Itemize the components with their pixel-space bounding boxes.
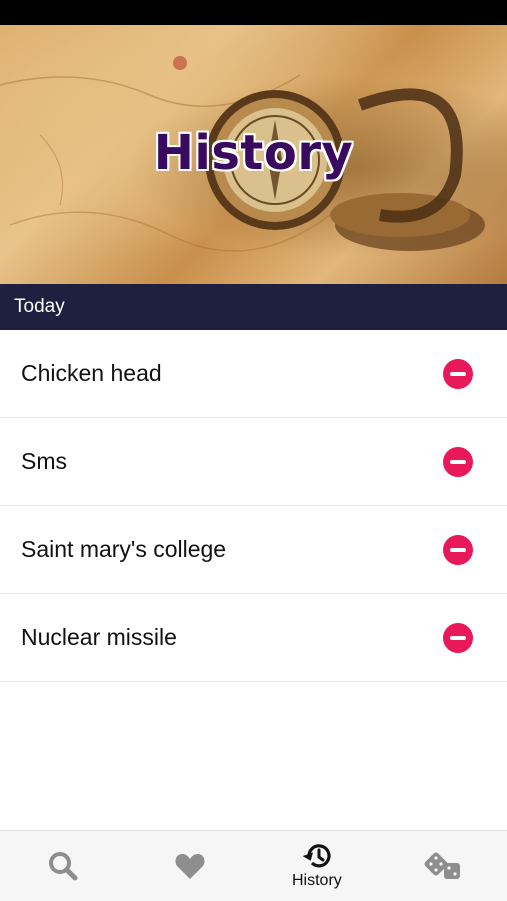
tab-random[interactable] xyxy=(380,831,507,901)
list-item[interactable]: Chicken head xyxy=(0,330,507,418)
section-header-today: Today xyxy=(0,284,507,330)
heart-icon xyxy=(175,854,205,879)
page-title: History xyxy=(153,125,354,181)
list-item-label: Saint mary's college xyxy=(21,536,227,562)
history-list: Chicken head Sms Saint mary's college Nu… xyxy=(0,330,507,682)
list-item-label: Chicken head xyxy=(21,360,162,386)
tab-search[interactable] xyxy=(0,831,127,901)
history-icon xyxy=(302,844,331,868)
list-item-label: Nuclear missile xyxy=(21,624,177,650)
delete-button[interactable] xyxy=(443,534,473,565)
tab-history[interactable]: History xyxy=(254,831,381,901)
tab-history-label: History xyxy=(291,872,342,889)
header-banner: History xyxy=(0,25,507,284)
delete-button[interactable] xyxy=(443,622,473,653)
dice-icon xyxy=(424,852,460,879)
list-item[interactable]: Nuclear missile xyxy=(0,594,507,682)
list-item[interactable]: Saint mary's college xyxy=(0,506,507,594)
bottom-tab-bar: History xyxy=(0,830,507,901)
tab-favorites[interactable] xyxy=(127,831,254,901)
list-item-label: Sms xyxy=(21,448,67,474)
delete-button[interactable] xyxy=(443,358,473,389)
delete-button[interactable] xyxy=(443,446,473,477)
section-label: Today xyxy=(14,296,65,317)
list-item[interactable]: Sms xyxy=(0,418,507,506)
search-icon xyxy=(49,852,78,881)
status-bar xyxy=(0,0,507,25)
